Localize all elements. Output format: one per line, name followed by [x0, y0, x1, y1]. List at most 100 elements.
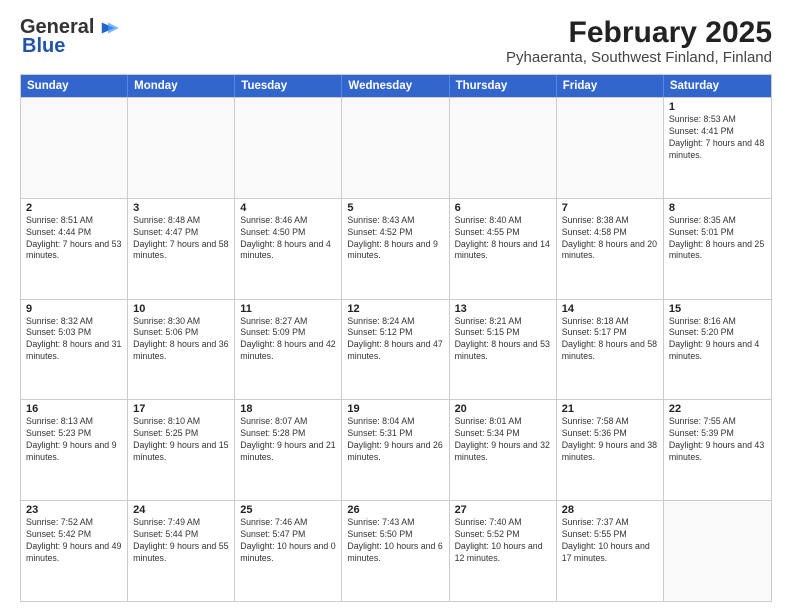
calendar-body: 1Sunrise: 8:53 AM Sunset: 4:41 PM Daylig… — [21, 97, 771, 601]
day-cell-3: 3Sunrise: 8:48 AM Sunset: 4:47 PM Daylig… — [128, 199, 235, 299]
day-info: Sunrise: 7:55 AM Sunset: 5:39 PM Dayligh… — [669, 416, 766, 464]
page: General Blue February 2025 Pyhaeranta, S… — [0, 0, 792, 612]
day-info: Sunrise: 8:53 AM Sunset: 4:41 PM Dayligh… — [669, 114, 766, 162]
day-number: 27 — [455, 504, 551, 516]
header-day-friday: Friday — [557, 75, 664, 97]
day-number: 8 — [669, 202, 766, 214]
day-info: Sunrise: 8:01 AM Sunset: 5:34 PM Dayligh… — [455, 416, 551, 464]
day-number: 2 — [26, 202, 122, 214]
day-cell-10: 10Sunrise: 8:30 AM Sunset: 5:06 PM Dayli… — [128, 300, 235, 400]
day-cell-11: 11Sunrise: 8:27 AM Sunset: 5:09 PM Dayli… — [235, 300, 342, 400]
empty-cell-0-2 — [235, 98, 342, 198]
day-info: Sunrise: 8:18 AM Sunset: 5:17 PM Dayligh… — [562, 316, 658, 364]
day-cell-14: 14Sunrise: 8:18 AM Sunset: 5:17 PM Dayli… — [557, 300, 664, 400]
calendar-row-3: 16Sunrise: 8:13 AM Sunset: 5:23 PM Dayli… — [21, 399, 771, 500]
day-info: Sunrise: 8:16 AM Sunset: 5:20 PM Dayligh… — [669, 316, 766, 364]
day-number: 18 — [240, 403, 336, 415]
day-cell-12: 12Sunrise: 8:24 AM Sunset: 5:12 PM Dayli… — [342, 300, 449, 400]
day-cell-17: 17Sunrise: 8:10 AM Sunset: 5:25 PM Dayli… — [128, 400, 235, 500]
day-info: Sunrise: 7:58 AM Sunset: 5:36 PM Dayligh… — [562, 416, 658, 464]
header: General Blue February 2025 Pyhaeranta, S… — [20, 16, 772, 66]
empty-cell-0-3 — [342, 98, 449, 198]
day-number: 16 — [26, 403, 122, 415]
logo-blue: Blue — [22, 35, 65, 58]
header-day-saturday: Saturday — [664, 75, 771, 97]
day-cell-8: 8Sunrise: 8:35 AM Sunset: 5:01 PM Daylig… — [664, 199, 771, 299]
day-cell-19: 19Sunrise: 8:04 AM Sunset: 5:31 PM Dayli… — [342, 400, 449, 500]
day-number: 25 — [240, 504, 336, 516]
day-info: Sunrise: 7:49 AM Sunset: 5:44 PM Dayligh… — [133, 517, 229, 565]
day-number: 1 — [669, 101, 766, 113]
header-day-tuesday: Tuesday — [235, 75, 342, 97]
day-number: 17 — [133, 403, 229, 415]
calendar-title: February 2025 — [506, 16, 772, 49]
day-info: Sunrise: 7:52 AM Sunset: 5:42 PM Dayligh… — [26, 517, 122, 565]
day-cell-5: 5Sunrise: 8:43 AM Sunset: 4:52 PM Daylig… — [342, 199, 449, 299]
header-day-sunday: Sunday — [21, 75, 128, 97]
day-number: 3 — [133, 202, 229, 214]
day-number: 15 — [669, 303, 766, 315]
day-cell-18: 18Sunrise: 8:07 AM Sunset: 5:28 PM Dayli… — [235, 400, 342, 500]
day-cell-20: 20Sunrise: 8:01 AM Sunset: 5:34 PM Dayli… — [450, 400, 557, 500]
calendar-row-4: 23Sunrise: 7:52 AM Sunset: 5:42 PM Dayli… — [21, 500, 771, 601]
day-info: Sunrise: 8:10 AM Sunset: 5:25 PM Dayligh… — [133, 416, 229, 464]
day-info: Sunrise: 8:27 AM Sunset: 5:09 PM Dayligh… — [240, 316, 336, 364]
day-number: 21 — [562, 403, 658, 415]
day-cell-15: 15Sunrise: 8:16 AM Sunset: 5:20 PM Dayli… — [664, 300, 771, 400]
day-info: Sunrise: 7:46 AM Sunset: 5:47 PM Dayligh… — [240, 517, 336, 565]
empty-cell-0-5 — [557, 98, 664, 198]
day-info: Sunrise: 8:32 AM Sunset: 5:03 PM Dayligh… — [26, 316, 122, 364]
day-number: 4 — [240, 202, 336, 214]
day-number: 14 — [562, 303, 658, 315]
day-number: 5 — [347, 202, 443, 214]
empty-cell-0-0 — [21, 98, 128, 198]
calendar-row-2: 9Sunrise: 8:32 AM Sunset: 5:03 PM Daylig… — [21, 299, 771, 400]
day-info: Sunrise: 7:43 AM Sunset: 5:50 PM Dayligh… — [347, 517, 443, 565]
day-info: Sunrise: 7:40 AM Sunset: 5:52 PM Dayligh… — [455, 517, 551, 565]
day-info: Sunrise: 8:46 AM Sunset: 4:50 PM Dayligh… — [240, 215, 336, 263]
day-info: Sunrise: 8:40 AM Sunset: 4:55 PM Dayligh… — [455, 215, 551, 263]
empty-cell-0-4 — [450, 98, 557, 198]
day-number: 24 — [133, 504, 229, 516]
day-info: Sunrise: 8:51 AM Sunset: 4:44 PM Dayligh… — [26, 215, 122, 263]
calendar-row-0: 1Sunrise: 8:53 AM Sunset: 4:41 PM Daylig… — [21, 97, 771, 198]
day-number: 12 — [347, 303, 443, 315]
day-info: Sunrise: 8:07 AM Sunset: 5:28 PM Dayligh… — [240, 416, 336, 464]
calendar-row-1: 2Sunrise: 8:51 AM Sunset: 4:44 PM Daylig… — [21, 198, 771, 299]
day-cell-22: 22Sunrise: 7:55 AM Sunset: 5:39 PM Dayli… — [664, 400, 771, 500]
day-info: Sunrise: 8:35 AM Sunset: 5:01 PM Dayligh… — [669, 215, 766, 263]
day-number: 20 — [455, 403, 551, 415]
title-block: February 2025 Pyhaeranta, Southwest Finl… — [506, 16, 772, 66]
day-number: 19 — [347, 403, 443, 415]
day-cell-24: 24Sunrise: 7:49 AM Sunset: 5:44 PM Dayli… — [128, 501, 235, 601]
day-cell-6: 6Sunrise: 8:40 AM Sunset: 4:55 PM Daylig… — [450, 199, 557, 299]
empty-cell-0-1 — [128, 98, 235, 198]
day-info: Sunrise: 8:24 AM Sunset: 5:12 PM Dayligh… — [347, 316, 443, 364]
day-info: Sunrise: 8:48 AM Sunset: 4:47 PM Dayligh… — [133, 215, 229, 263]
day-info: Sunrise: 8:04 AM Sunset: 5:31 PM Dayligh… — [347, 416, 443, 464]
day-cell-9: 9Sunrise: 8:32 AM Sunset: 5:03 PM Daylig… — [21, 300, 128, 400]
logo: General Blue — [20, 16, 120, 58]
day-info: Sunrise: 8:30 AM Sunset: 5:06 PM Dayligh… — [133, 316, 229, 364]
day-number: 26 — [347, 504, 443, 516]
empty-cell-4-6 — [664, 501, 771, 601]
day-info: Sunrise: 8:21 AM Sunset: 5:15 PM Dayligh… — [455, 316, 551, 364]
calendar: SundayMondayTuesdayWednesdayThursdayFrid… — [20, 74, 772, 602]
day-number: 6 — [455, 202, 551, 214]
day-cell-2: 2Sunrise: 8:51 AM Sunset: 4:44 PM Daylig… — [21, 199, 128, 299]
day-number: 22 — [669, 403, 766, 415]
calendar-subtitle: Pyhaeranta, Southwest Finland, Finland — [506, 49, 772, 66]
day-cell-16: 16Sunrise: 8:13 AM Sunset: 5:23 PM Dayli… — [21, 400, 128, 500]
day-cell-4: 4Sunrise: 8:46 AM Sunset: 4:50 PM Daylig… — [235, 199, 342, 299]
header-day-monday: Monday — [128, 75, 235, 97]
calendar-header: SundayMondayTuesdayWednesdayThursdayFrid… — [21, 75, 771, 97]
day-cell-25: 25Sunrise: 7:46 AM Sunset: 5:47 PM Dayli… — [235, 501, 342, 601]
day-cell-21: 21Sunrise: 7:58 AM Sunset: 5:36 PM Dayli… — [557, 400, 664, 500]
day-cell-27: 27Sunrise: 7:40 AM Sunset: 5:52 PM Dayli… — [450, 501, 557, 601]
day-cell-1: 1Sunrise: 8:53 AM Sunset: 4:41 PM Daylig… — [664, 98, 771, 198]
day-number: 28 — [562, 504, 658, 516]
day-cell-23: 23Sunrise: 7:52 AM Sunset: 5:42 PM Dayli… — [21, 501, 128, 601]
day-number: 23 — [26, 504, 122, 516]
day-number: 13 — [455, 303, 551, 315]
day-info: Sunrise: 8:13 AM Sunset: 5:23 PM Dayligh… — [26, 416, 122, 464]
